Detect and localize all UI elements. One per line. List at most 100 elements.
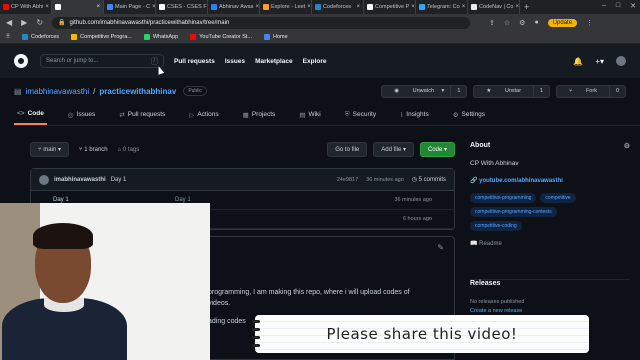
header-nav-link[interactable]: Marketplace bbox=[255, 58, 293, 65]
close-tab-icon[interactable]: × bbox=[96, 4, 100, 10]
repo-tab-icon: ⚙ bbox=[452, 111, 459, 119]
tab-favicon-icon bbox=[3, 4, 9, 10]
browser-tab[interactable]: Main Page - C × bbox=[104, 0, 156, 14]
releases-title[interactable]: Releases bbox=[470, 280, 630, 287]
search-input[interactable]: Search or jump to... / bbox=[40, 54, 164, 68]
forward-icon[interactable]: ▶ bbox=[21, 18, 27, 27]
bookmark-item[interactable]: WhatsApp bbox=[143, 34, 178, 40]
browser-tab[interactable]: CodeNav | Co × bbox=[468, 0, 520, 14]
repo-tab[interactable]: ▦ Projects bbox=[240, 104, 279, 125]
unwatch-button[interactable]: ◉ Unwatch ▾ 1 bbox=[381, 84, 468, 98]
lock-icon: 🔒 bbox=[58, 20, 66, 26]
unstar-button[interactable]: ★ Unstar 1 bbox=[473, 84, 551, 98]
browser-tab[interactable]: CP With Abhi × bbox=[0, 0, 52, 14]
close-tab-icon[interactable]: × bbox=[255, 4, 259, 10]
extensions-icon[interactable]: ⚙ bbox=[519, 19, 525, 27]
close-tab-icon[interactable]: × bbox=[45, 4, 49, 10]
minimize-icon[interactable]: – bbox=[602, 2, 606, 10]
window-controls: – □ ✕ bbox=[602, 2, 636, 10]
presenter-hair bbox=[33, 223, 93, 249]
commits-link[interactable]: ◷ 5 commits bbox=[412, 176, 446, 183]
add-file-button[interactable]: Add file ▾ bbox=[373, 142, 414, 157]
share-icon[interactable]: ⇪ bbox=[489, 19, 495, 27]
repo-tab-label: Pull requests bbox=[127, 111, 166, 118]
browser-tab[interactable]: Codeforces × bbox=[312, 0, 364, 14]
url-input[interactable]: 🔒 github.com/imabhinavawasthi/practicewi… bbox=[52, 16, 471, 29]
readme-sidebar-link[interactable]: 📖 Readme bbox=[470, 240, 630, 247]
repo-owner-link[interactable]: imabhinavawasthi bbox=[26, 87, 90, 96]
repo-tab[interactable]: ▤ Wiki bbox=[296, 104, 323, 125]
browser-tab[interactable]: × bbox=[52, 0, 104, 14]
bookmark-item[interactable]: YouTube Creator St... bbox=[190, 34, 252, 40]
repo-tab[interactable]: ⛨ Security bbox=[342, 104, 379, 125]
tab-label: Main Page - C bbox=[115, 4, 151, 10]
close-tab-icon[interactable]: × bbox=[307, 4, 311, 10]
branches-count: 1 branch bbox=[84, 146, 108, 153]
browser-tab[interactable]: Competitive P × bbox=[364, 0, 416, 14]
settings-gear-icon[interactable]: ⚙ bbox=[624, 142, 630, 150]
bookmark-item[interactable]: Home bbox=[264, 34, 288, 40]
repo-tab-icon: ⇄ bbox=[119, 111, 125, 119]
header-nav-link[interactable]: Explore bbox=[303, 58, 327, 65]
github-logo-icon[interactable] bbox=[14, 54, 28, 68]
repo-tab[interactable]: ⇄ Pull requests bbox=[116, 104, 168, 125]
browser-tab[interactable]: CSES - CSES F × bbox=[156, 0, 208, 14]
close-tab-icon[interactable]: × bbox=[356, 4, 360, 10]
menu-icon[interactable]: ⋮ bbox=[586, 19, 593, 27]
github-header: Search or jump to... / Pull requests Issu… bbox=[0, 44, 640, 78]
go-to-file-button[interactable]: Go to file bbox=[327, 142, 368, 157]
profile-icon[interactable]: ● bbox=[534, 19, 538, 26]
website-link[interactable]: 🔗 youtube.com/abhinavawasthi bbox=[470, 177, 630, 184]
avatar[interactable] bbox=[616, 56, 626, 66]
latest-commit-row: imabhinavawasthi Day 1 24e9817 36 minute… bbox=[31, 169, 454, 191]
repo-tab[interactable]: ◎ Issues bbox=[65, 104, 98, 125]
close-tab-icon[interactable]: × bbox=[515, 4, 519, 10]
browser-tab[interactable]: Abhinav Awas × bbox=[208, 0, 260, 14]
repo-tab[interactable]: <> Code bbox=[14, 104, 47, 125]
topic-tag[interactable]: competitive-programming-contests bbox=[470, 207, 557, 217]
browser-tab[interactable]: Explore - Leet × bbox=[260, 0, 312, 14]
header-nav-link[interactable]: Pull requests bbox=[174, 58, 215, 65]
create-new-icon[interactable]: +▾ bbox=[595, 57, 604, 66]
tab-favicon-icon bbox=[367, 4, 373, 10]
commit-message[interactable]: Day 1 bbox=[111, 177, 127, 183]
close-tab-icon[interactable]: × bbox=[411, 4, 415, 10]
code-button[interactable]: Code ▾ bbox=[419, 142, 455, 157]
tab-label: Competitive P bbox=[375, 4, 410, 10]
tags-link[interactable]: ⌂ 0 tags bbox=[118, 147, 140, 153]
avatar[interactable] bbox=[39, 174, 49, 185]
fork-label: Fork bbox=[585, 88, 597, 94]
maximize-icon[interactable]: □ bbox=[616, 2, 620, 10]
repo-tab[interactable]: ⚙ Settings bbox=[450, 104, 488, 125]
back-icon[interactable]: ◀ bbox=[6, 18, 12, 27]
repo-tab[interactable]: ⌇ Insights bbox=[397, 104, 432, 125]
close-window-icon[interactable]: ✕ bbox=[630, 2, 636, 10]
bookmark-item[interactable]: Competitive Progra... bbox=[71, 34, 132, 40]
file-time: 36 minutes ago bbox=[394, 197, 432, 203]
repo-tab[interactable]: ▷ Actions bbox=[186, 104, 221, 125]
bookmark-item[interactable]: Codeforces bbox=[22, 34, 59, 40]
close-tab-icon[interactable]: × bbox=[462, 4, 466, 10]
topic-tag[interactable]: competitive-coding bbox=[470, 221, 522, 231]
topic-tag[interactable]: competitive-programming bbox=[470, 193, 537, 203]
topic-tag[interactable]: competitive bbox=[540, 193, 576, 203]
create-release-link[interactable]: Create a new release bbox=[470, 308, 630, 314]
bookmark-star-icon[interactable]: ☆ bbox=[504, 19, 510, 27]
update-button[interactable]: Update bbox=[547, 18, 578, 27]
notifications-bell-icon[interactable]: 🔔 bbox=[573, 57, 583, 66]
repo-tab-label: Settings bbox=[461, 111, 486, 118]
edit-pencil-icon[interactable]: ✎ bbox=[437, 243, 444, 252]
new-tab-button[interactable]: + bbox=[524, 2, 529, 12]
repo-name-link[interactable]: practicewithabhinav bbox=[99, 87, 176, 96]
commit-author[interactable]: imabhinavawasthi bbox=[54, 177, 106, 183]
commit-hash[interactable]: 24e9817 bbox=[337, 177, 358, 183]
readme-content: programming, I am making this repo, wher… bbox=[208, 287, 448, 309]
browser-tab[interactable]: Telegram: Co × bbox=[416, 0, 468, 14]
bookmark-label: Home bbox=[273, 34, 288, 40]
apps-icon[interactable]: ⠿ bbox=[6, 34, 10, 40]
fork-button[interactable]: ⑂ Fork 0 bbox=[556, 84, 626, 98]
branches-link[interactable]: ⑂ 1 branch bbox=[79, 147, 108, 153]
branch-select[interactable]: ⑂ main ▾ bbox=[30, 142, 69, 157]
header-nav-link[interactable]: Issues bbox=[225, 58, 245, 65]
reload-icon[interactable]: ↻ bbox=[36, 18, 43, 27]
